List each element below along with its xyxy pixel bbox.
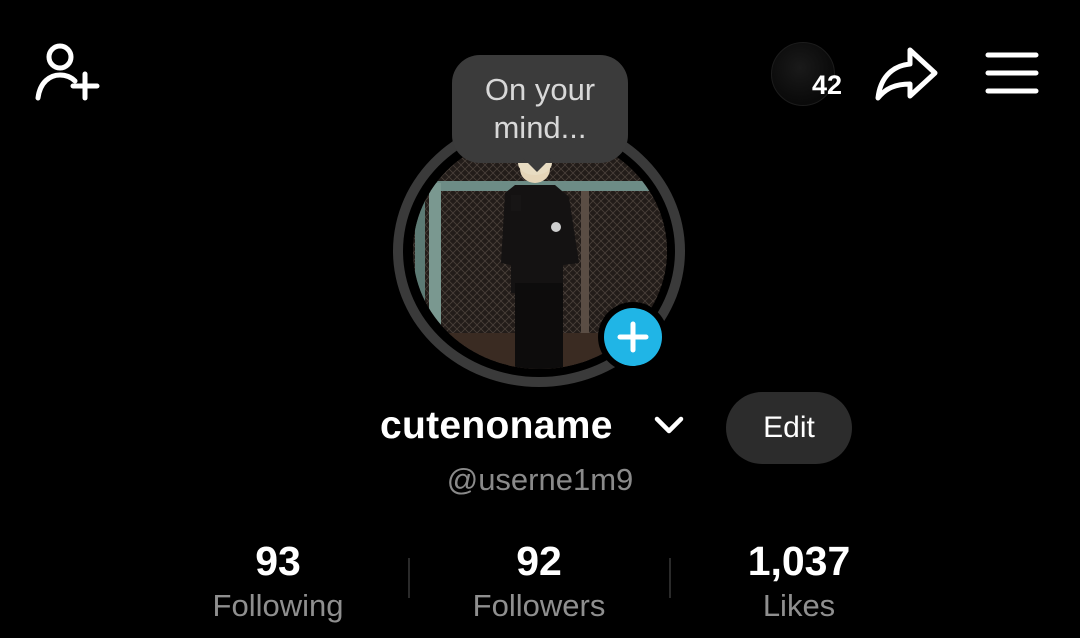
stat-followers[interactable]: 92 Followers — [419, 538, 659, 626]
stat-following-label: Following — [212, 588, 344, 623]
stat-likes[interactable]: 1,037 Likes — [679, 538, 919, 626]
person-plus-icon — [35, 43, 100, 101]
plus-icon — [617, 321, 649, 353]
notification-count: 42 — [812, 70, 843, 100]
edit-profile-button[interactable]: Edit — [726, 392, 852, 464]
stat-divider — [408, 558, 410, 598]
share-arrow-icon — [875, 47, 938, 101]
note-text: On your mind... — [484, 72, 596, 145]
note-bubble-tail — [523, 158, 551, 172]
add-story-badge — [604, 308, 662, 366]
stat-followers-value: 92 — [516, 538, 562, 584]
stat-followers-label: Followers — [472, 588, 606, 623]
add-story-button[interactable] — [598, 302, 668, 372]
profile-handle: @userne1m9 — [446, 462, 634, 497]
stat-likes-label: Likes — [762, 588, 836, 623]
stat-likes-value: 1,037 — [747, 538, 851, 584]
share-profile-button[interactable] — [874, 44, 940, 104]
menu-button[interactable] — [984, 48, 1040, 98]
add-friend-button[interactable] — [32, 40, 102, 104]
note-bubble[interactable]: On your mind... — [452, 55, 628, 163]
hamburger-menu-icon — [985, 52, 1039, 94]
chevron-down-icon[interactable] — [652, 413, 686, 439]
stat-following[interactable]: 93 Following — [158, 538, 398, 626]
stat-following-value: 93 — [255, 538, 301, 584]
display-name[interactable]: cutenoname — [380, 404, 613, 448]
stat-divider — [669, 558, 671, 598]
